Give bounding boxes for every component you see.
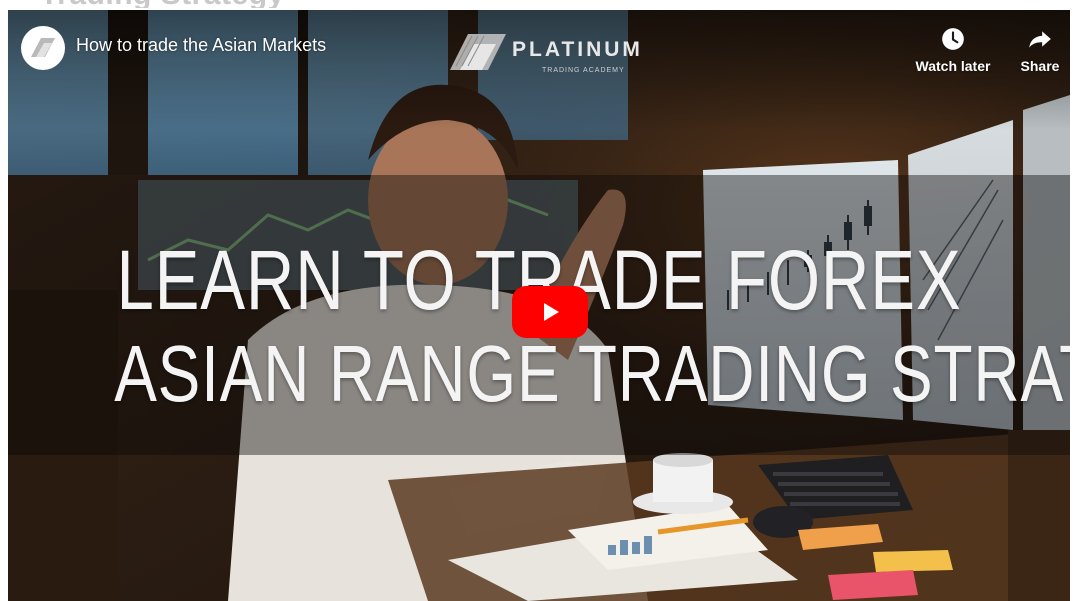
video-title[interactable]: How to trade the Asian Markets: [76, 35, 326, 56]
share-arrow-icon: [1029, 31, 1051, 48]
platinum-logo-icon: [31, 38, 55, 57]
page-heading-partial: Trading Strategy: [0, 0, 1077, 8]
watch-later-button[interactable]: Watch later: [910, 26, 996, 82]
play-icon: [544, 303, 559, 321]
brand-watermark: PLATINUM TRADING ACADEMY: [446, 26, 656, 90]
brand-name: PLATINUM: [512, 38, 643, 61]
brand-logo-icon: [450, 34, 506, 70]
share-button[interactable]: Share: [997, 26, 1070, 82]
watch-later-label: Watch later: [915, 58, 991, 74]
video-player[interactable]: LEARN TO TRADE FOREX ASIAN RANGE TRADING…: [8, 10, 1070, 601]
play-button[interactable]: [512, 286, 588, 338]
clock-icon: [942, 28, 964, 50]
thumbnail-headline-line2: ASIAN RANGE TRADING STRATEGY: [114, 329, 1070, 418]
brand-subtitle: TRADING ACADEMY: [542, 67, 625, 74]
channel-avatar[interactable]: [21, 26, 65, 70]
share-label: Share: [1020, 58, 1060, 74]
page-heading-text: Trading Strategy: [40, 0, 285, 8]
